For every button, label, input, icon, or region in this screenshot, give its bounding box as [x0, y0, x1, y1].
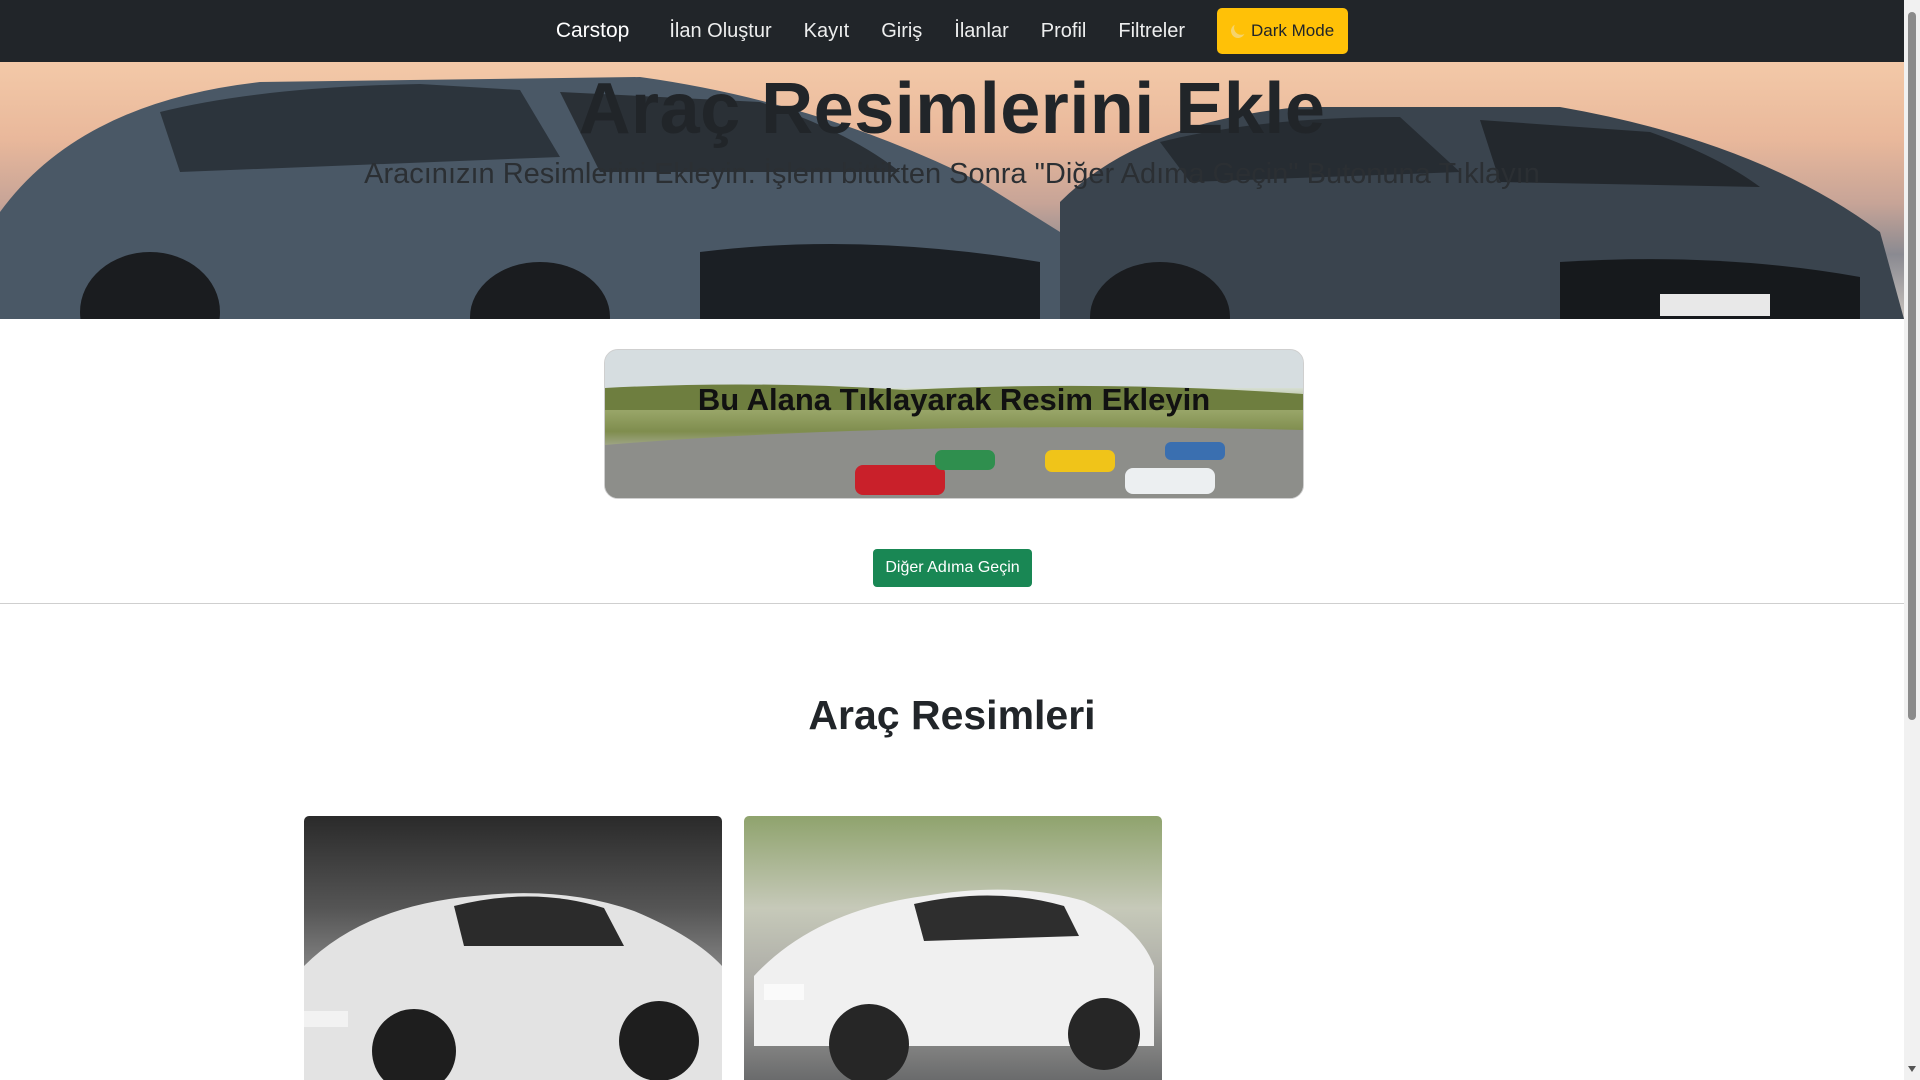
next-step-button[interactable]: Diğer Adıma Geçin: [873, 549, 1032, 587]
nav-link-ilan-olustur[interactable]: İlan Oluştur: [669, 20, 771, 43]
gallery-title: Araç Resimleri: [808, 692, 1096, 738]
nav-link-kayit[interactable]: Kayıt: [804, 20, 850, 43]
nav-link-ilanlar[interactable]: İlanlar: [954, 20, 1008, 43]
nav-link-profil[interactable]: Profil: [1041, 20, 1087, 43]
scrollbar-thumb[interactable]: [1908, 12, 1916, 720]
navbar-inner: Carstop İlan Oluştur Kayıt Giriş İlanlar…: [556, 8, 1349, 54]
car-photo: [754, 889, 1154, 1080]
upload-background-image: [605, 350, 1303, 498]
moon-icon: [1229, 22, 1247, 40]
car-photo: [304, 893, 722, 1080]
navbar: Carstop İlan Oluştur Kayıt Giriş İlanlar…: [0, 0, 1904, 62]
nav-link-giris[interactable]: Giriş: [881, 20, 922, 43]
page-subtitle: Aracınızın Resimlerini Ekleyin. İşlem bi…: [364, 158, 1540, 190]
page-scrollbar[interactable]: [1904, 0, 1920, 1080]
dark-mode-label: Dark Mode: [1251, 21, 1335, 40]
section-divider: [0, 603, 1904, 604]
scroll-down-icon[interactable]: [1908, 1066, 1916, 1072]
car-image-card[interactable]: [744, 816, 1162, 1080]
brand-link[interactable]: Carstop: [556, 19, 630, 43]
car-image-card[interactable]: [304, 816, 722, 1080]
image-upload-area[interactable]: Bu Alana Tıklayarak Resim Ekleyin: [604, 349, 1304, 499]
hero-banner: Araç Resimlerini Ekle Aracınızın Resimle…: [0, 62, 1904, 319]
page-title: Araç Resimlerini Ekle: [578, 69, 1326, 149]
upload-label: Bu Alana Tıklayarak Resim Ekleyin: [697, 382, 1211, 417]
dark-mode-button[interactable]: Dark Mode: [1217, 8, 1349, 54]
nav-link-filtreler[interactable]: Filtreler: [1118, 20, 1185, 43]
